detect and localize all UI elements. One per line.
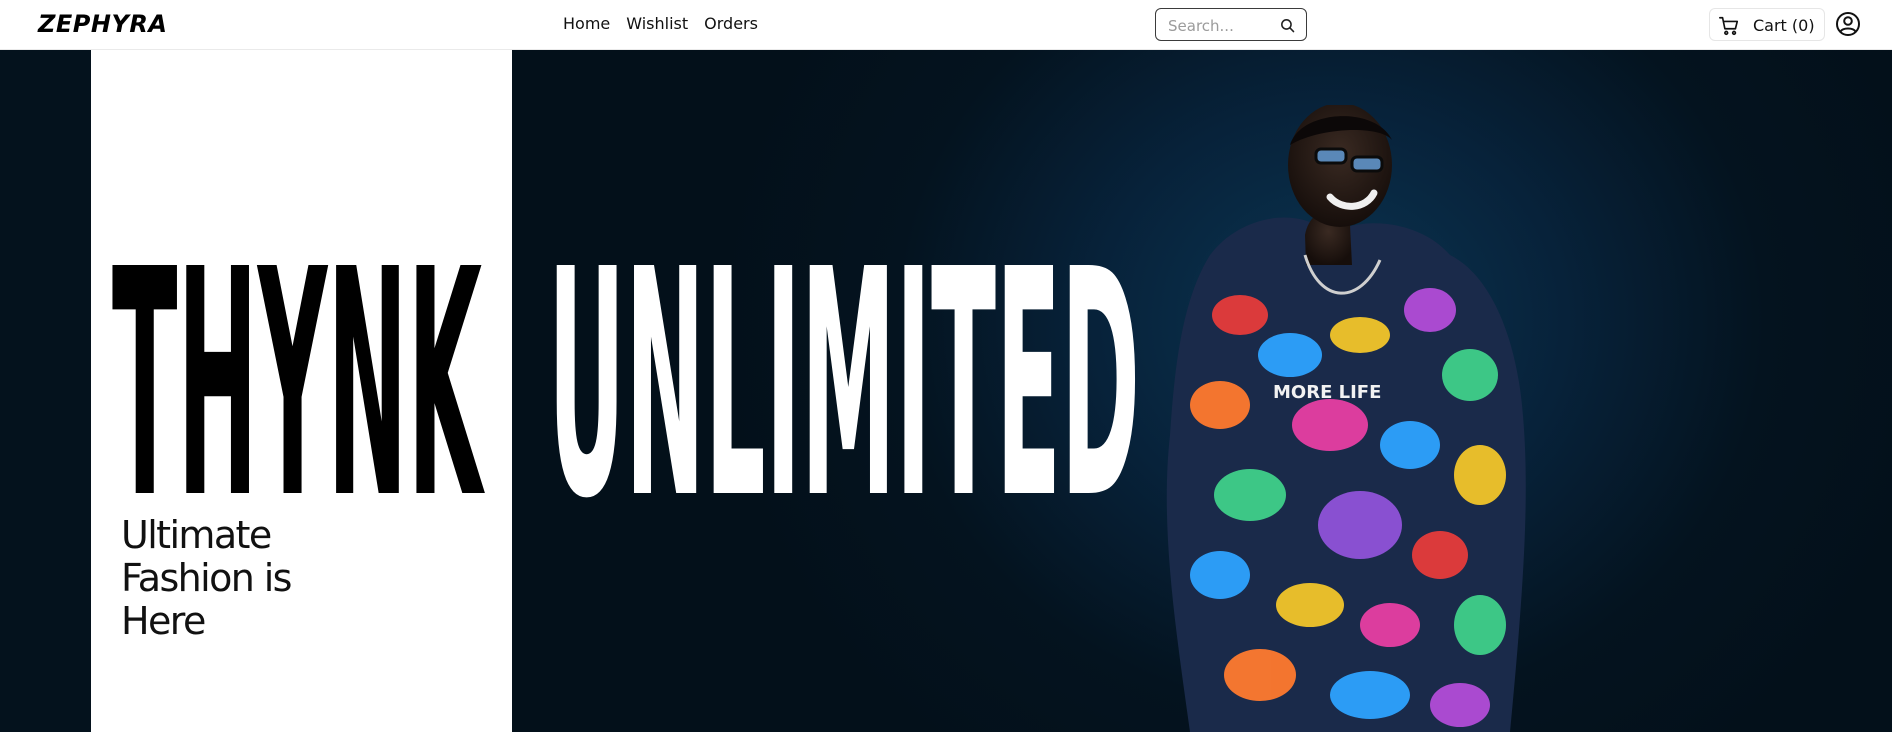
user-circle-icon[interactable]	[1835, 11, 1861, 37]
search-icon[interactable]	[1279, 17, 1296, 34]
site-header: ZEPHYRA Home Wishlist Orders Cart (0)	[0, 0, 1892, 50]
hero-banner: THYNK UNLIMITED Ultimate Fashion is Here	[0, 50, 1892, 732]
nav-orders-link[interactable]: Orders	[704, 14, 758, 33]
nav-home-link[interactable]: Home	[563, 14, 610, 33]
nav-wishlist-link[interactable]: Wishlist	[626, 14, 688, 33]
tagline-line: Ultimate	[121, 513, 272, 557]
search-box	[1155, 8, 1307, 41]
search-input[interactable]	[1166, 15, 1274, 37]
cart-icon	[1719, 16, 1739, 36]
tagline-line: Here	[121, 599, 206, 643]
tagline-line: Fashion is	[121, 556, 292, 600]
cart-button[interactable]: Cart (0)	[1709, 8, 1825, 41]
hero-tagline: Ultimate Fashion is Here	[121, 513, 292, 643]
hoodie-print-text: MORE LIFE	[1273, 382, 1381, 403]
brand-logo[interactable]: ZEPHYRA	[38, 10, 167, 38]
hero-model-image: MORE LIFE	[1166, 105, 1526, 732]
hero-word-right: UNLIMITED	[548, 202, 1140, 566]
main-nav: Home Wishlist Orders	[563, 14, 758, 33]
cart-label: Cart (0)	[1753, 16, 1815, 35]
